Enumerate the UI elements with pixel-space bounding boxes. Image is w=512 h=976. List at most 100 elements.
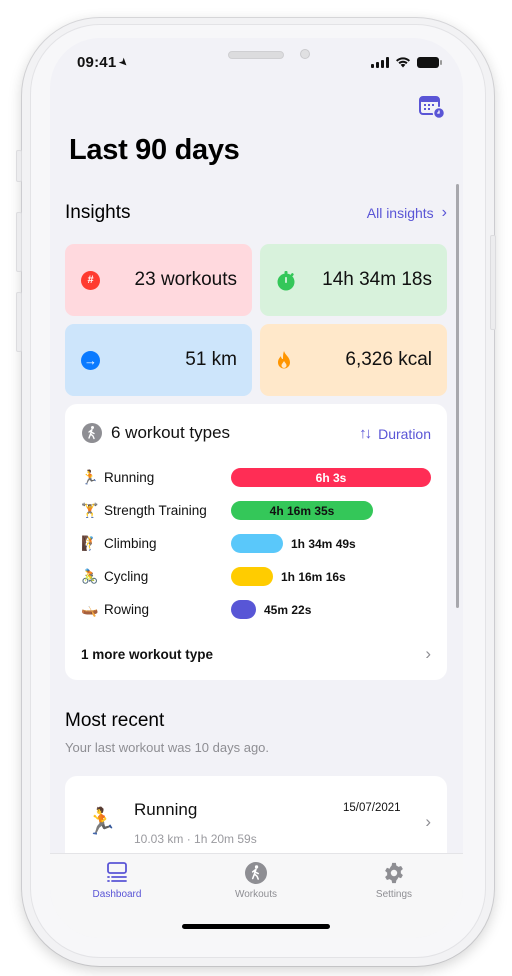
duration-bar <box>231 567 273 586</box>
tab-label: Settings <box>375 889 413 900</box>
duration-label: 1h 16m 16s <box>281 569 346 584</box>
gear-icon <box>385 862 403 884</box>
duration-bar: 4h 16m 35s <box>231 501 373 520</box>
insight-tile-distance[interactable]: → 51 km <box>65 324 252 396</box>
side-button-volume-down <box>16 292 22 352</box>
workout-type-name: 🚴 Cycling <box>81 568 231 585</box>
recent-workout-meta: 10.03 km · 1h 20m 59s <box>134 832 257 846</box>
page-title: Last 90 days <box>69 134 240 166</box>
location-arrow-icon: ➤ <box>116 55 132 71</box>
workout-type-icon: 🏃 <box>81 468 99 485</box>
duration-bar <box>231 534 283 553</box>
duration-bar-track: 1h 34m 49s <box>231 534 431 553</box>
wifi-icon <box>396 57 410 68</box>
workout-type-icon: 🛶 <box>81 600 99 617</box>
duration-bar <box>231 600 256 619</box>
workout-type-row[interactable]: 🛶 Rowing 45m 22s <box>81 598 431 620</box>
duration-bar-track: 4h 16m 35s <box>231 501 431 520</box>
sort-button[interactable]: ↑↓ Duration <box>359 425 431 442</box>
tab-bar: Dashboard Workouts Settings <box>50 853 463 938</box>
walking-figure-icon <box>82 423 102 443</box>
chevron-right-icon: › <box>425 644 431 663</box>
workout-type-label: Rowing <box>104 601 150 617</box>
duration-bar: 6h 3s <box>231 468 431 487</box>
more-workout-types-row[interactable]: 1 more workout type › <box>81 644 431 664</box>
workout-type-row[interactable]: 🧗 Climbing 1h 34m 49s <box>81 532 431 554</box>
side-button-mute <box>16 150 22 182</box>
workout-types-card: 6 workout types ↑↓ Duration 🏃 Running 6h 3… <box>65 404 447 680</box>
status-time: 09:41 ➤ <box>77 54 132 71</box>
duration-bar-track: 1h 16m 16s <box>231 567 431 586</box>
workout-type-name: 🏃 Running <box>81 469 231 486</box>
hash-icon: # <box>81 270 100 290</box>
workout-type-label: Strength Training <box>104 502 207 518</box>
status-bar: 09:41 ➤ <box>50 38 463 88</box>
workout-types-header: 6 workout types <box>82 423 230 443</box>
duration-bar-track: 6h 3s <box>231 468 431 487</box>
chevron-right-icon: › <box>441 204 447 221</box>
workout-type-name: 🧗 Climbing <box>81 535 231 552</box>
side-button-volume-up <box>16 212 22 272</box>
tab-workouts[interactable]: Workouts <box>206 862 306 900</box>
flame-icon <box>278 351 290 369</box>
duration-label: 1h 34m 49s <box>291 536 356 551</box>
insight-value: 14h 34m 18s <box>322 269 432 290</box>
stopwatch-icon <box>277 270 295 290</box>
front-camera <box>300 49 310 59</box>
workout-type-icon: 🧗 <box>81 534 99 551</box>
insights-header: Insights All insights › <box>65 202 447 224</box>
workout-type-row[interactable]: 🚴 Cycling 1h 16m 16s <box>81 565 431 587</box>
tab-dashboard[interactable]: Dashboard <box>67 862 167 900</box>
insight-value: 23 workouts <box>134 269 237 290</box>
side-button-power <box>490 235 496 330</box>
all-insights-link[interactable]: All insights › <box>367 204 447 222</box>
all-insights-label: All insights <box>366 205 434 221</box>
workout-type-label: Running <box>104 469 155 485</box>
duration-label: 4h 16m 35s <box>269 503 335 518</box>
insight-tile-workouts[interactable]: # 23 workouts <box>65 244 252 316</box>
tab-label: Dashboard <box>92 889 142 900</box>
recent-workout-date: 15/07/2021 <box>343 802 401 814</box>
running-icon: 🏃 <box>85 806 118 836</box>
insight-tiles: # 23 workouts 14h 34m 18s → 51 km 6,326 … <box>65 244 447 396</box>
workouts-icon <box>245 862 267 884</box>
workout-type-icon: 🚴 <box>81 567 99 584</box>
duration-label: 6h 3s <box>315 470 347 485</box>
speaker-grille <box>228 51 284 59</box>
workout-types-title: 6 workout types <box>111 423 231 442</box>
calendar-clock-icon <box>419 96 446 120</box>
insights-title: Insights <box>65 202 131 223</box>
scrollbar[interactable] <box>456 184 459 608</box>
clock: 09:41 <box>77 54 117 71</box>
workout-type-label: Climbing <box>104 535 157 551</box>
duration-bar-track: 45m 22s <box>231 600 431 619</box>
more-workout-types-label: 1 more workout type <box>81 646 214 662</box>
battery-icon <box>417 56 442 68</box>
date-range-button[interactable] <box>419 95 446 120</box>
home-indicator[interactable] <box>182 924 330 929</box>
sort-label: Duration <box>378 425 431 442</box>
tab-settings[interactable]: Settings <box>344 862 444 900</box>
workout-type-icon: 🏋️ <box>81 501 99 518</box>
workout-type-name: 🏋️ Strength Training <box>81 502 231 519</box>
insight-value: 51 km <box>185 349 237 370</box>
insight-tile-duration[interactable]: 14h 34m 18s <box>260 244 447 316</box>
cellular-signal-icon <box>371 56 389 68</box>
duration-label: 45m 22s <box>264 602 312 617</box>
sort-arrows-icon: ↑↓ <box>359 425 372 442</box>
arrow-right-circle-icon: → <box>81 350 100 370</box>
insight-tile-calories[interactable]: 6,326 kcal <box>260 324 447 396</box>
chevron-right-icon: › <box>425 812 431 831</box>
dashboard-icon <box>107 862 127 882</box>
status-indicators <box>371 56 442 68</box>
workout-type-label: Cycling <box>104 568 149 584</box>
insight-value: 6,326 kcal <box>345 349 432 370</box>
screen: 09:41 ➤ Last 90 days Insights All insigh… <box>50 38 463 938</box>
most-recent-title: Most recent <box>65 710 165 731</box>
workout-type-row[interactable]: 🏋️ Strength Training 4h 16m 35s <box>81 499 431 521</box>
tab-label: Workouts <box>234 889 278 900</box>
recent-workout-name: Running <box>134 800 198 819</box>
workout-type-name: 🛶 Rowing <box>81 601 231 618</box>
workout-type-row[interactable]: 🏃 Running 6h 3s <box>81 466 431 488</box>
most-recent-subtitle: Your last workout was 10 days ago. <box>65 740 270 755</box>
